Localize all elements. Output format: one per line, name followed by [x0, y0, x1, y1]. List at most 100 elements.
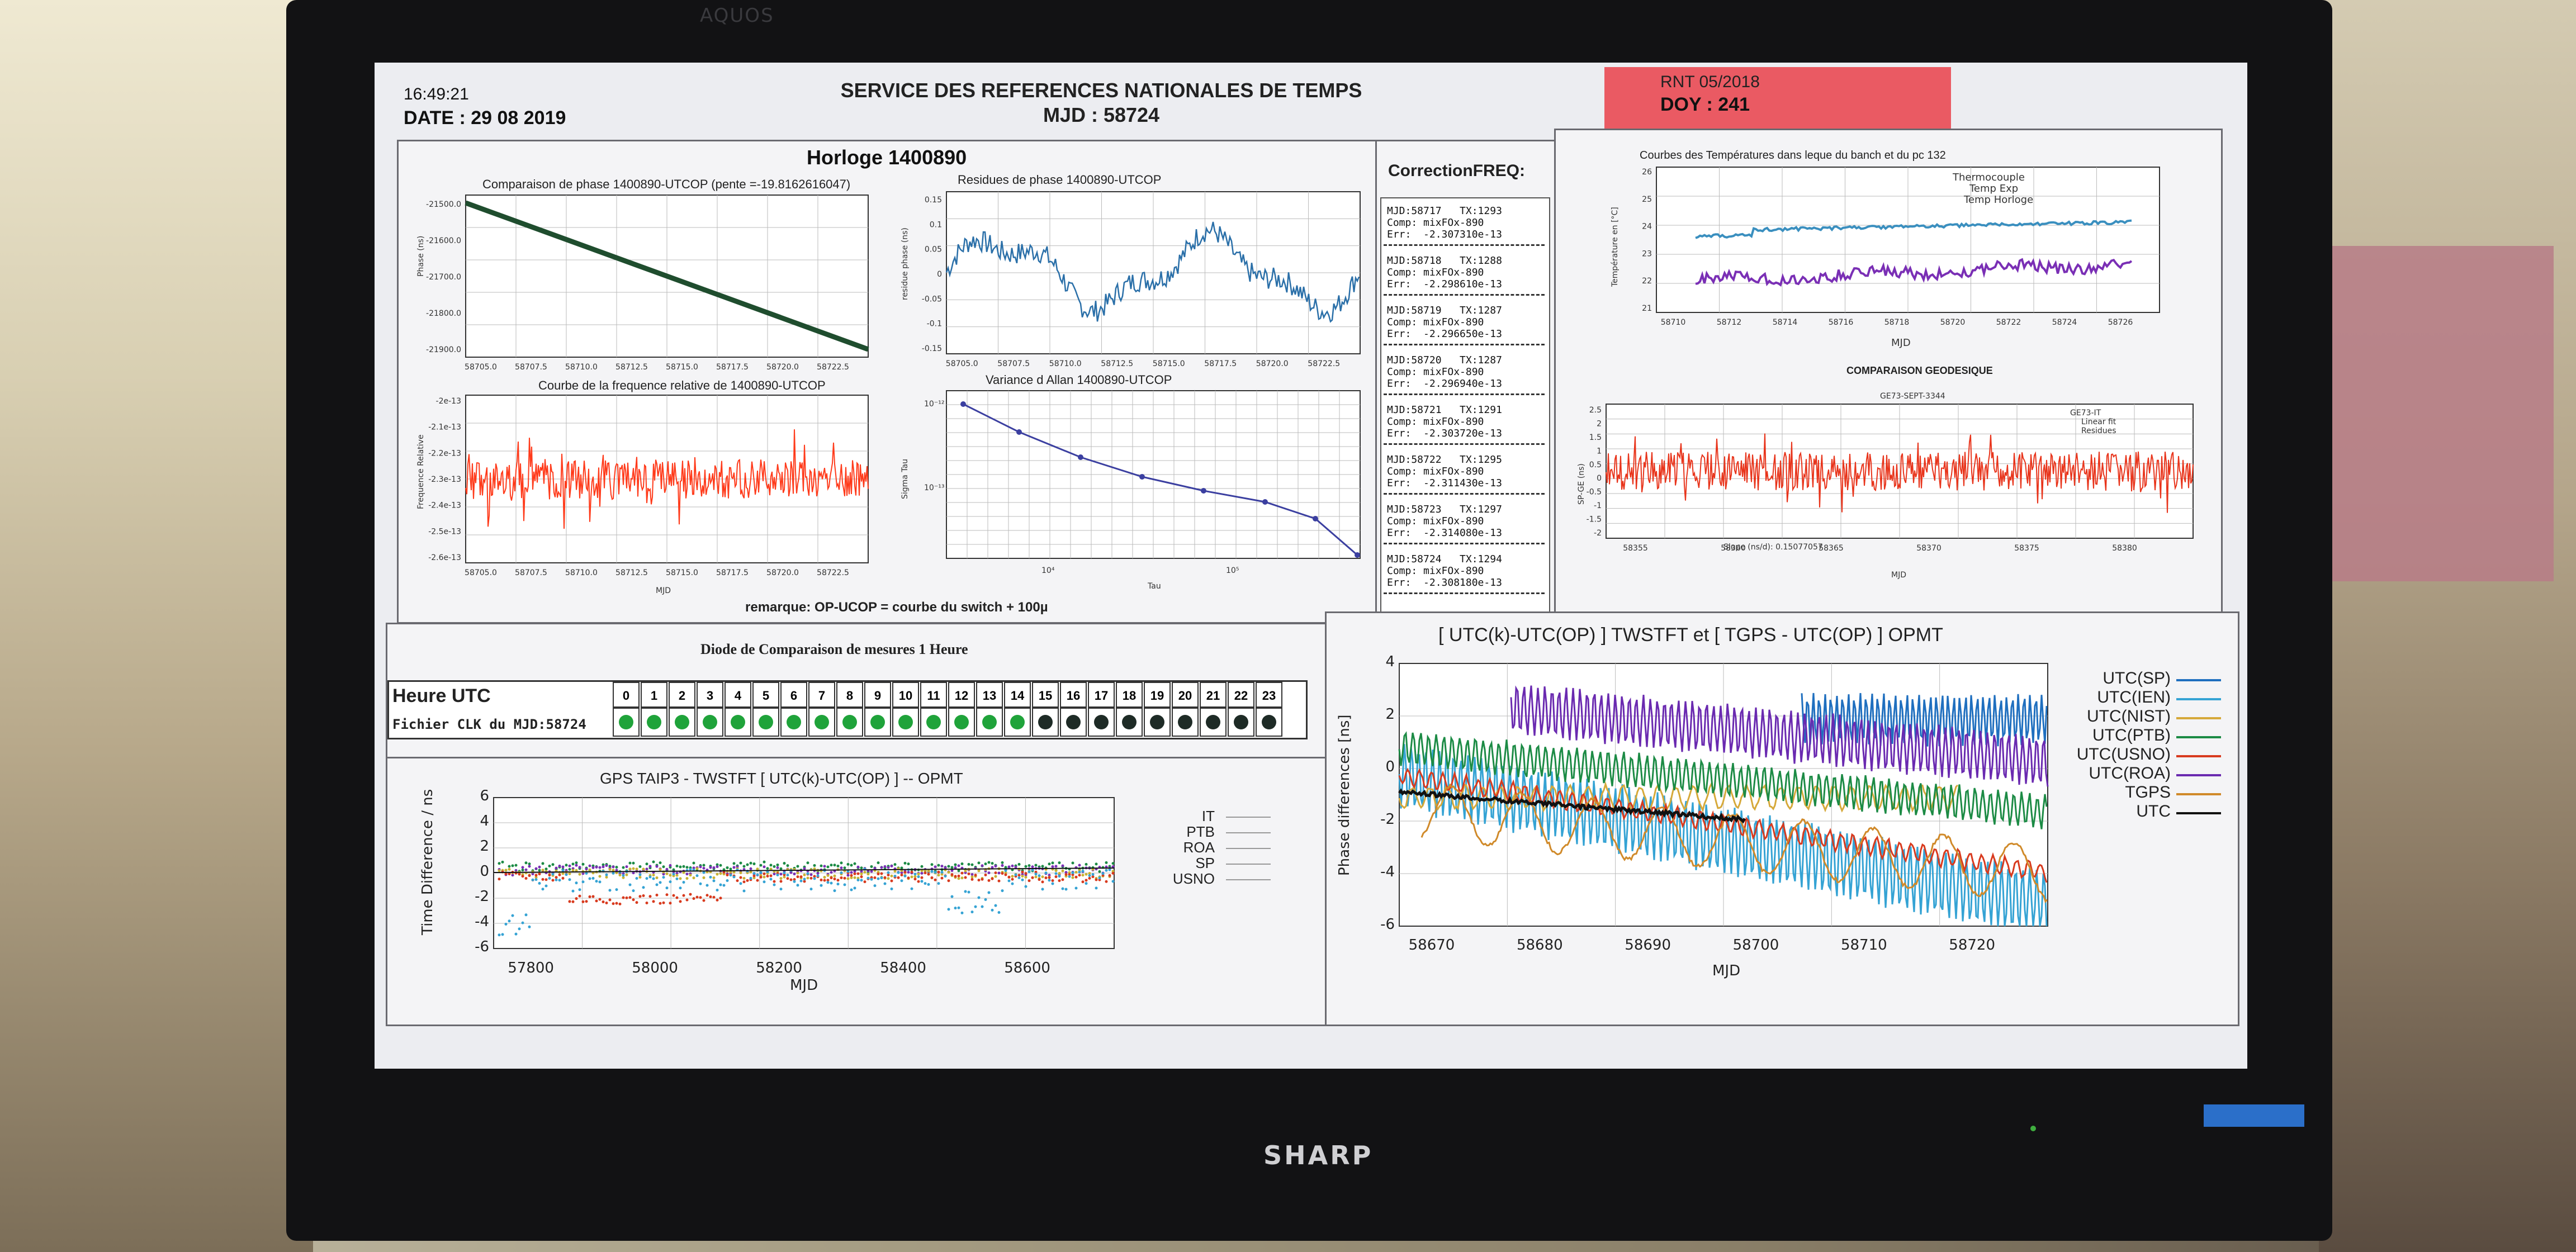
- gps-data-point: [551, 872, 555, 876]
- gps-data-point: [823, 875, 826, 879]
- correction-title: CorrectionFREQ:: [1388, 162, 1526, 180]
- horloge-title: Horloge 1400890: [807, 146, 967, 169]
- y-tick-label: -2.3e-13: [428, 475, 461, 484]
- gps-data-point: [524, 861, 528, 865]
- diode-hour-cell: 5: [752, 682, 779, 708]
- gps-data-point: [581, 900, 585, 903]
- gps-data-point: [803, 867, 806, 870]
- gps-data-point: [1054, 869, 1058, 872]
- diode-hour-cell: 21: [1200, 682, 1227, 708]
- gps-data-point: [991, 908, 994, 912]
- gps-data-point: [555, 876, 558, 879]
- gps-data-point: [685, 877, 689, 880]
- gps-data-point: [1001, 889, 1004, 893]
- gps-data-point: [544, 884, 548, 888]
- gps-data-point: [739, 871, 742, 875]
- gps-data-point: [1064, 888, 1068, 891]
- gps-data-point: [561, 865, 565, 869]
- gps-data-point: [709, 875, 712, 879]
- gps-data-point: [679, 865, 682, 869]
- gps-data-point: [746, 879, 749, 882]
- gps-data-point: [1071, 871, 1074, 874]
- twstft-legend-swatch: [2176, 679, 2221, 681]
- gps-data-point: [514, 864, 518, 867]
- diode-status-cell: [752, 708, 779, 737]
- gps-data-point: [930, 870, 934, 873]
- gps-data-point: [920, 876, 924, 879]
- gps-data-point: [665, 872, 669, 875]
- gps-data-point: [548, 864, 551, 867]
- diode-status-cell: [1256, 708, 1282, 737]
- correction-entry-err: Err: -2.296940e-13: [1387, 378, 1502, 390]
- gps-data-point: [850, 871, 853, 874]
- gps-data-point: [612, 865, 615, 869]
- gps-data-point: [568, 878, 571, 881]
- gps-data-point: [541, 869, 544, 872]
- gps-data-point: [840, 866, 843, 870]
- gps-data-point: [803, 878, 806, 881]
- gps-data-point: [1038, 878, 1041, 881]
- gps-data-point: [692, 861, 695, 865]
- gps-legend-item: IT: [1201, 808, 1215, 824]
- correction-entry-comp: Comp: mixFOx-890: [1387, 466, 1484, 477]
- geodesique-ylabel: SP-GE (ns): [1577, 463, 1586, 505]
- gps-data-point: [568, 864, 571, 867]
- gps-data-point: [954, 907, 957, 910]
- gps-data-point: [1111, 871, 1115, 875]
- header-title: SERVICE DES REFERENCES NATIONALES DE TEM…: [766, 78, 1437, 127]
- x-tick-label: 58200: [756, 960, 802, 976]
- status-dot-icon: [759, 715, 773, 729]
- background-pink-panel: [2319, 246, 2554, 581]
- gps-data-point: [954, 863, 957, 866]
- correction-entry-mjd: MJD:58721 TX:1291: [1387, 404, 1502, 416]
- gps-data-point: [769, 864, 773, 867]
- gps-data-point: [1024, 875, 1027, 879]
- gps-data-point: [702, 866, 705, 870]
- gps-data-point: [1064, 873, 1068, 876]
- twstft-title: [ UTC(k)-UTC(OP) ] TWSTFT et [ TGPS - UT…: [1438, 624, 1943, 646]
- correction-separator: [1384, 592, 1545, 595]
- gps-data-point: [987, 879, 991, 882]
- gps-data-point: [957, 864, 960, 867]
- allan-xlabel: Tau: [1147, 582, 1161, 591]
- gps-data-point: [984, 862, 987, 866]
- gps-data-point: [498, 862, 501, 865]
- gps-data-point: [585, 867, 588, 871]
- geodesique-legend-item: Linear fit: [2081, 418, 2116, 426]
- gps-data-point: [712, 876, 716, 880]
- gps-data-point: [930, 876, 934, 879]
- gps-data-point: [796, 875, 799, 879]
- allan-ylabel: Sigma Tau: [901, 459, 910, 499]
- gps-data-point: [625, 865, 628, 869]
- gps-data-point: [900, 879, 903, 883]
- correction-entry-err: Err: -2.303720e-13: [1387, 428, 1502, 439]
- gps-data-point: [947, 871, 950, 874]
- status-dot-icon: [815, 715, 829, 729]
- gps-data-point: [883, 876, 887, 879]
- gps-data-point: [850, 864, 853, 867]
- gps-data-point: [1074, 875, 1078, 879]
- gps-data-point: [1007, 865, 1011, 869]
- gps-data-point: [863, 880, 866, 884]
- gps-data-point: [806, 872, 809, 875]
- gps-data-point: [541, 878, 544, 881]
- background-wall-right: [2319, 0, 2576, 1252]
- correction-entry-comp: Comp: mixFOx-890: [1387, 515, 1484, 527]
- gps-data-point: [702, 864, 705, 867]
- gps-data-point: [575, 897, 578, 900]
- correction-separator: [1384, 294, 1545, 297]
- gps-data-point: [528, 874, 531, 878]
- gps-data-point: [786, 877, 789, 880]
- gps-data-point: [625, 896, 628, 899]
- gps-data-point: [967, 872, 970, 875]
- x-tick-label: 58380: [2112, 544, 2137, 553]
- gps-data-point: [870, 870, 873, 873]
- status-dot-icon: [787, 715, 801, 729]
- gps-data-point: [917, 880, 920, 883]
- gps-data-point: [662, 865, 665, 869]
- gps-data-point: [934, 865, 937, 869]
- twstft-legend-swatch: [2176, 736, 2221, 738]
- gps-data-point: [937, 882, 940, 885]
- gps-data-point: [981, 864, 984, 867]
- correction-entry-comp: Comp: mixFOx-890: [1387, 416, 1484, 428]
